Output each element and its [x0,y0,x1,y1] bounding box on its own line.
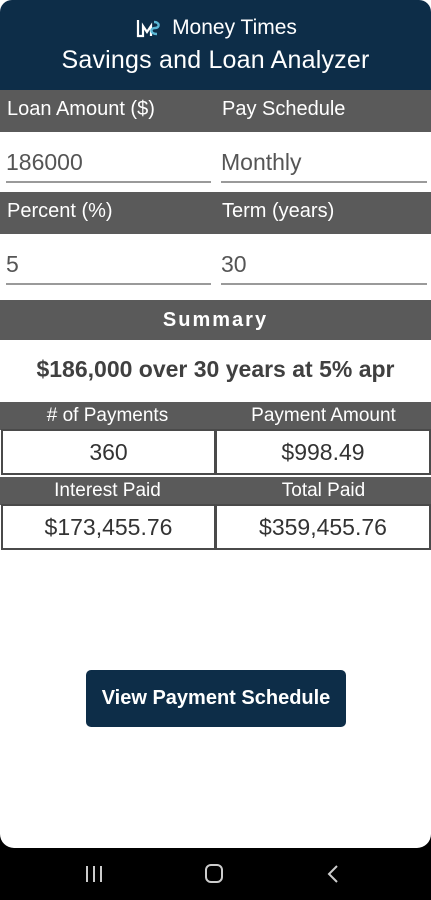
input-label-bar-2: Percent (%) Term (years) [0,192,431,234]
summary-header-row-1: # of Payments Payment Amount [0,402,431,430]
pay-schedule-label: Pay Schedule [222,98,346,120]
loan-amount-label: Loan Amount ($) [7,98,155,120]
system-navigation-bar [0,848,431,900]
term-label: Term (years) [222,200,335,222]
pay-schedule-select[interactable]: Monthly [221,133,427,183]
total-paid-label: Total Paid [281,480,366,501]
payment-amount-label: Payment Amount [251,405,396,426]
view-payment-schedule-button[interactable]: View Payment Schedule [86,670,346,727]
app-header: Money Times Savings and Loan Analyzer [0,0,431,90]
interest-paid-label: Interest Paid [54,480,161,501]
loan-amount-field[interactable]: 186000 [6,133,211,183]
money-times-logo-icon [136,20,160,38]
summary-sentence: $186,000 over 30 years at 5% apr [36,356,395,382]
term-field[interactable]: 30 [221,235,427,285]
summary-header-row-2: Interest Paid Total Paid [0,477,431,505]
percent-label: Percent (%) [7,200,113,222]
recent-apps-icon[interactable] [82,864,106,884]
page-title: Savings and Loan Analyzer [61,46,370,74]
interest-paid-value: $173,455.76 [1,504,216,550]
brand-name: Money Times [172,16,297,39]
num-payments-label: # of Payments [46,405,169,426]
percent-field[interactable]: 5 [6,235,211,285]
total-paid-value: $359,455.76 [215,504,431,550]
home-icon[interactable] [202,864,226,884]
num-payments-value: 360 [1,429,216,475]
back-icon[interactable] [322,864,346,884]
summary-heading: Summary [0,300,431,340]
app-screen: Money Times Savings and Loan Analyzer Lo… [0,0,431,848]
input-label-bar-1: Loan Amount ($) Pay Schedule [0,90,431,132]
payment-amount-value: $998.49 [215,429,431,475]
brand-row: Money Times [0,14,431,42]
